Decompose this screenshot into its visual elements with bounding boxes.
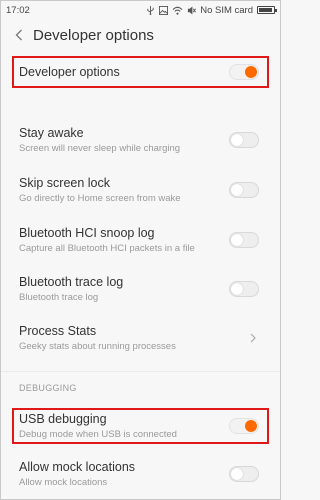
bluetooth-hci-snoop-toggle[interactable]	[229, 232, 259, 248]
row-texts: Developer options	[19, 65, 229, 80]
row-texts: Bluetooth trace log Bluetooth trace log	[19, 275, 229, 304]
gallery-icon	[159, 5, 169, 15]
skip-screen-lock-label: Skip screen lock	[19, 175, 111, 190]
stay-awake-row[interactable]: Stay awake Screen will never sleep while…	[1, 119, 280, 161]
page-title: Developer options	[33, 26, 154, 44]
bluetooth-trace-log-row[interactable]: Bluetooth trace log Bluetooth trace log	[1, 268, 280, 310]
bluetooth-trace-log-summary: Bluetooth trace log	[19, 291, 99, 303]
row-texts: Skip screen lock Go directly to Home scr…	[19, 176, 229, 205]
row-texts: Stay awake Screen will never sleep while…	[19, 126, 229, 155]
row-texts: Process Stats Geeky stats about running …	[19, 324, 248, 353]
chevron-left-icon[interactable]	[9, 25, 29, 45]
section-divider	[1, 371, 280, 372]
status-icons: No SIM card	[146, 4, 277, 16]
mute-icon	[187, 5, 197, 15]
toggle-knob	[231, 283, 243, 295]
stay-awake-label: Stay awake	[19, 125, 84, 140]
chevron-right-icon	[248, 331, 258, 345]
toggle-knob	[231, 468, 243, 480]
usb-debugging-row[interactable]: USB debugging Debug mode when USB is con…	[1, 408, 280, 444]
toggle-knob	[231, 184, 243, 196]
stay-awake-toggle[interactable]	[229, 132, 259, 148]
usb-debugging-label: USB debugging	[19, 411, 107, 426]
carrier-text: No SIM card	[200, 4, 253, 16]
status-time: 17:02	[6, 4, 30, 16]
developer-options-toggle[interactable]	[229, 64, 259, 80]
skip-screen-lock-row[interactable]: Skip screen lock Go directly to Home scr…	[1, 169, 280, 211]
row-texts: Bluetooth HCI snoop log Capture all Blue…	[19, 226, 229, 255]
usb-debugging-summary: Debug mode when USB is connected	[19, 428, 177, 440]
developer-options-switch-row[interactable]: Developer options	[1, 56, 280, 88]
usb-icon	[146, 5, 155, 15]
wifi-icon	[172, 6, 183, 15]
title-bar: Developer options	[1, 21, 280, 49]
process-stats-row[interactable]: Process Stats Geeky stats about running …	[1, 317, 280, 359]
process-stats-label: Process Stats	[19, 323, 97, 338]
developer-options-label: Developer options	[19, 64, 120, 79]
row-texts: USB debugging Debug mode when USB is con…	[19, 412, 229, 441]
toggle-knob	[245, 66, 257, 78]
stay-awake-summary: Screen will never sleep while charging	[19, 142, 181, 154]
status-bar: 17:02 No SIM card	[1, 1, 280, 19]
toggle-knob	[245, 420, 257, 432]
bluetooth-hci-snoop-row[interactable]: Bluetooth HCI snoop log Capture all Blue…	[1, 219, 280, 261]
process-stats-summary: Geeky stats about running processes	[19, 340, 176, 352]
usb-debugging-toggle[interactable]	[229, 418, 259, 434]
allow-mock-locations-summary: Allow mock locations	[19, 476, 108, 488]
toggle-knob	[231, 134, 243, 146]
allow-mock-locations-toggle[interactable]	[229, 466, 259, 482]
bluetooth-hci-snoop-summary: Capture all Bluetooth HCI packets in a f…	[19, 242, 195, 254]
battery-icon	[257, 6, 277, 14]
toggle-knob	[231, 234, 243, 246]
bluetooth-hci-snoop-label: Bluetooth HCI snoop log	[19, 225, 155, 240]
allow-mock-locations-label: Allow mock locations	[19, 459, 136, 474]
skip-screen-lock-summary: Go directly to Home screen from wake	[19, 192, 181, 204]
bluetooth-trace-log-toggle[interactable]	[229, 281, 259, 297]
debugging-section-header: DEBUGGING	[19, 383, 77, 393]
bluetooth-trace-log-label: Bluetooth trace log	[19, 274, 124, 289]
screen: 17:02 No SIM card Developer options Deve…	[0, 0, 281, 500]
allow-mock-locations-row[interactable]: Allow mock locations Allow mock location…	[1, 454, 280, 494]
skip-screen-lock-toggle[interactable]	[229, 182, 259, 198]
row-texts: Allow mock locations Allow mock location…	[19, 460, 229, 489]
